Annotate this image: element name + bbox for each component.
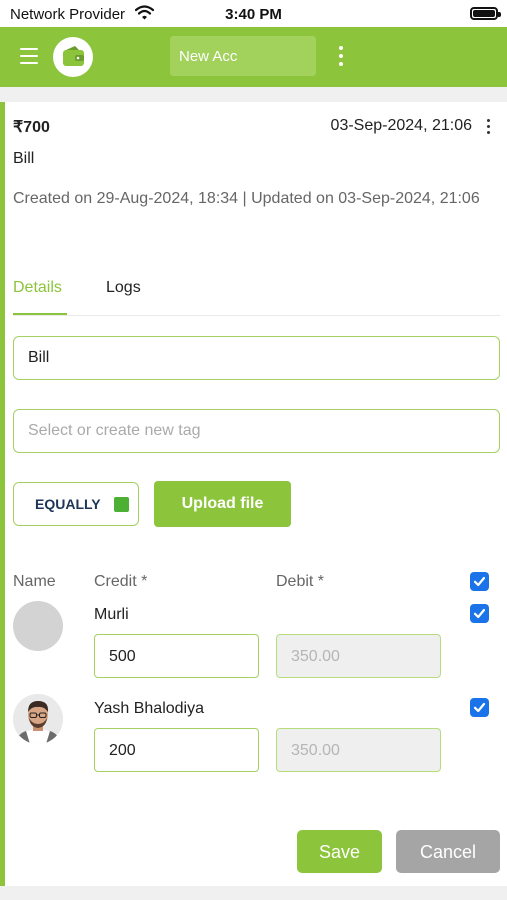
- transaction-name-input[interactable]: Bill: [13, 336, 500, 380]
- save-button[interactable]: Save: [297, 830, 382, 873]
- battery-icon: [470, 7, 501, 20]
- member-checkbox[interactable]: [470, 698, 489, 717]
- column-header-credit: Credit *: [94, 573, 148, 590]
- tab-divider: [13, 315, 500, 316]
- avatar: [13, 694, 63, 744]
- member-name: Murli: [94, 606, 129, 623]
- split-equally-toggle[interactable]: EQUALLY: [13, 482, 139, 526]
- column-header-name: Name: [13, 573, 56, 590]
- card-more-icon[interactable]: [484, 119, 492, 135]
- cancel-button[interactable]: Cancel: [396, 830, 500, 873]
- section-separator: [0, 87, 507, 102]
- member-checkbox[interactable]: [470, 604, 489, 623]
- transaction-title: Bill: [13, 150, 35, 167]
- credit-input[interactable]: 500: [94, 634, 259, 678]
- split-mode-label: EQUALLY: [35, 496, 101, 512]
- tag-select-input[interactable]: Select or create new tag: [13, 409, 500, 453]
- transaction-date: 03-Sep-2024, 21:06: [330, 117, 472, 134]
- hamburger-menu-icon[interactable]: [20, 48, 38, 64]
- tab-logs[interactable]: Logs: [106, 279, 141, 297]
- clock-time: 3:40 PM: [225, 6, 282, 23]
- column-header-debit: Debit *: [276, 573, 325, 590]
- bottom-separator: [0, 886, 507, 900]
- transaction-amount: ₹700: [13, 119, 50, 136]
- credit-input[interactable]: 200: [94, 728, 259, 772]
- wallet-icon[interactable]: [53, 37, 93, 77]
- debit-input: 350.00: [276, 634, 441, 678]
- tab-details[interactable]: Details: [13, 279, 62, 297]
- avatar: [13, 601, 63, 651]
- select-all-checkbox[interactable]: [470, 572, 489, 591]
- upload-file-button[interactable]: Upload file: [154, 481, 291, 527]
- split-equally-checkbox[interactable]: [114, 497, 129, 512]
- debit-input: 350.00: [276, 728, 441, 772]
- status-bar: Network Provider 3:40 PM: [0, 0, 507, 27]
- member-name: Yash Bhalodiya: [94, 700, 204, 717]
- account-selector[interactable]: New Acc: [170, 36, 316, 76]
- vertical-more-icon[interactable]: [334, 46, 348, 68]
- app-bar: New Acc: [0, 27, 507, 87]
- transaction-meta: Created on 29-Aug-2024, 18:34 | Updated …: [13, 190, 480, 207]
